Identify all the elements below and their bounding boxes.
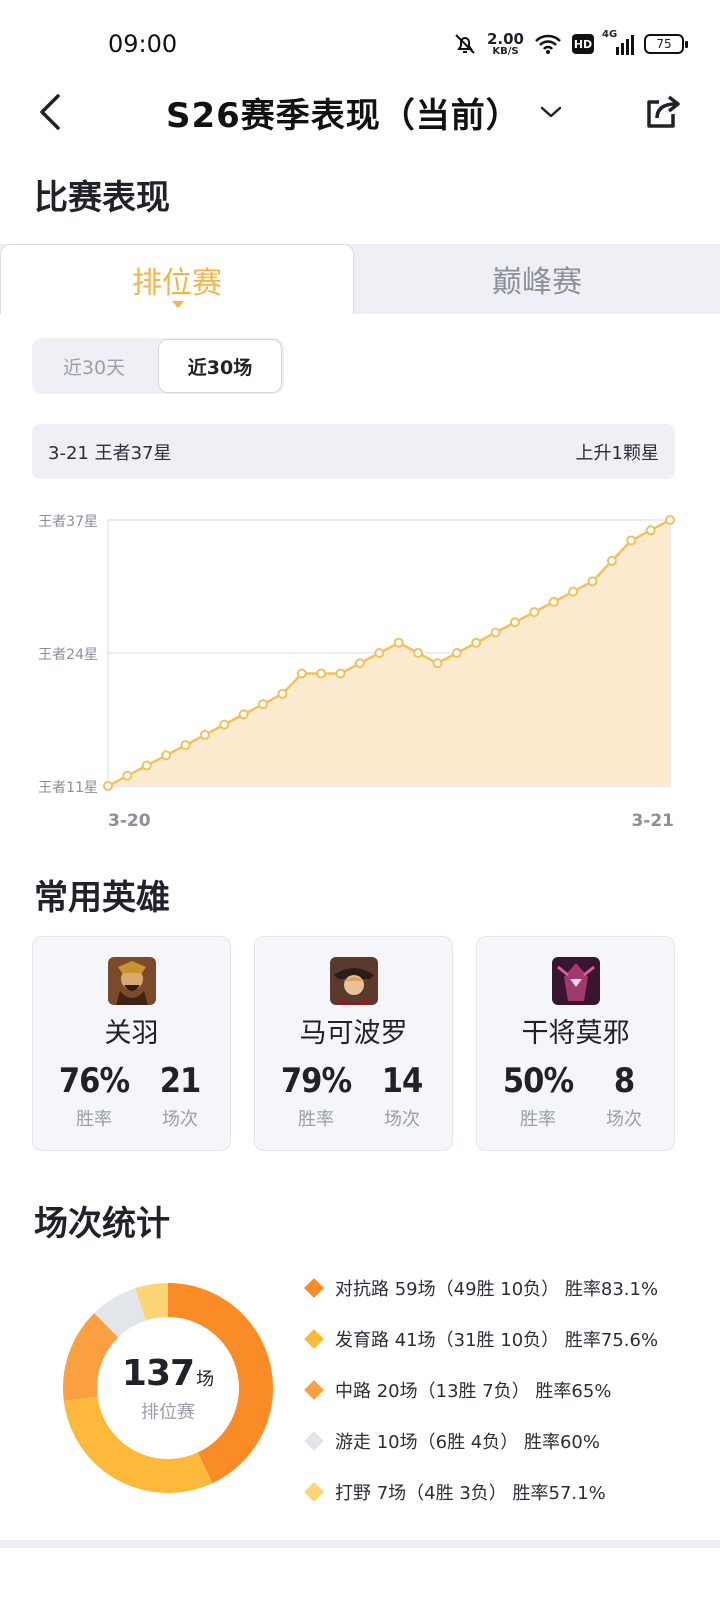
wifi-icon <box>535 34 561 54</box>
hero-card[interactable]: 干将莫邪 50% 胜率 8 场次 <box>476 936 675 1151</box>
tab-peak[interactable]: 巅峰赛 <box>354 244 720 314</box>
hero-win-rate: 50% 胜率 <box>502 1061 574 1130</box>
hero-name: 干将莫邪 <box>521 1018 630 1049</box>
data-point <box>374 648 385 658</box>
legend-marker <box>304 1328 324 1349</box>
data-point <box>103 781 113 791</box>
data-point <box>490 627 501 638</box>
status-icons: 2.00 KB/S HD 4G 75 <box>453 26 688 62</box>
section-title-match: 比赛表现 <box>34 178 170 218</box>
legend-item: 游走 10场（6胜 4负） 胜率60% <box>304 1415 704 1466</box>
chevron-down-icon <box>540 106 562 118</box>
data-point <box>238 709 249 720</box>
bottom-divider <box>0 1540 720 1548</box>
legend-item: 打野 7场（4胜 3负） 胜率57.1% <box>304 1466 704 1517</box>
rank-info-change: 上升1颗星 <box>575 442 659 464</box>
data-point <box>141 760 152 771</box>
data-point <box>451 648 462 658</box>
data-point <box>606 555 617 566</box>
range-segment: 近30天 近30场 <box>32 338 284 394</box>
y-tick-label: 王者11星 <box>38 780 98 796</box>
data-point <box>219 719 230 730</box>
share-icon <box>647 95 680 128</box>
x-tick-label: 3-21 <box>631 811 674 831</box>
data-point <box>413 648 424 658</box>
signal-icon: 4G <box>602 29 634 55</box>
hero-card[interactable]: 关羽 76% 胜率 21 场次 <box>32 936 231 1151</box>
legend-marker <box>304 1481 324 1502</box>
data-point <box>432 658 443 669</box>
active-tab-indicator <box>172 301 184 308</box>
tab-ranked[interactable]: 排位赛 <box>0 244 354 314</box>
segment-30-games[interactable]: 近30场 <box>158 339 282 393</box>
legend-item: 发育路 41场（31胜 10负） 胜率75.6% <box>304 1313 704 1364</box>
total-games-label: 排位赛 <box>141 1401 195 1423</box>
donut-center: 137 场 排位赛 <box>60 1280 276 1496</box>
page-title: S26赛季表现（当前） <box>166 95 521 136</box>
data-point <box>509 617 520 628</box>
status-bar: 09:00 2.00 KB/S HD 4G 75 <box>0 0 720 80</box>
data-point <box>568 586 579 597</box>
data-point <box>180 740 191 751</box>
data-point <box>354 658 365 669</box>
data-point <box>316 668 327 679</box>
section-title-heroes: 常用英雄 <box>34 878 170 918</box>
data-point <box>258 699 269 710</box>
hero-avatar <box>108 957 156 1005</box>
rank-info-bar: 3-21 王者37星 上升1颗星 <box>32 424 675 479</box>
hero-card[interactable]: 马可波罗 79% 胜率 14 场次 <box>254 936 453 1151</box>
data-point <box>471 637 482 648</box>
back-button[interactable] <box>28 90 72 134</box>
data-point <box>645 525 656 536</box>
legend-marker <box>304 1430 324 1451</box>
data-point <box>529 607 540 618</box>
data-point <box>161 750 172 761</box>
battery-icon: 75 <box>644 34 688 54</box>
data-point <box>548 596 559 607</box>
hero-win-rate: 76% 胜率 <box>58 1061 130 1130</box>
chevron-left-icon <box>40 94 60 130</box>
data-point <box>393 637 404 648</box>
data-point <box>199 729 210 740</box>
data-point <box>122 770 133 781</box>
data-point <box>335 668 346 679</box>
position-legend: 对抗路 59场（49胜 10负） 胜率83.1% 发育路 41场（31胜 10负… <box>304 1262 704 1517</box>
app-header: S26赛季表现（当前） <box>0 80 720 150</box>
hero-name: 关羽 <box>104 1018 159 1049</box>
total-games: 137 <box>121 1352 195 1394</box>
section-title-stats: 场次统计 <box>34 1204 170 1244</box>
data-point <box>296 668 307 679</box>
network-speed: 2.00 KB/S <box>486 29 524 57</box>
y-tick-label: 王者37星 <box>38 514 98 530</box>
share-button[interactable] <box>642 90 686 134</box>
hero-avatar <box>552 957 600 1005</box>
legend-item: 中路 20场（13胜 7负） 胜率65% <box>304 1364 704 1415</box>
hero-games: 21 场次 <box>159 1061 202 1130</box>
total-games-unit: 场 <box>196 1368 215 1390</box>
mute-bell-icon <box>455 34 475 54</box>
hero-games: 8 场次 <box>606 1061 642 1130</box>
segment-30-days[interactable]: 近30天 <box>32 338 156 394</box>
x-tick-label: 3-20 <box>108 811 151 831</box>
hero-games: 14 场次 <box>381 1061 424 1130</box>
data-point <box>277 688 288 699</box>
y-tick-label: 王者24星 <box>38 647 98 663</box>
hero-avatar <box>330 957 378 1005</box>
hero-win-rate: 79% 胜率 <box>280 1061 352 1130</box>
status-time: 09:00 <box>108 30 178 58</box>
data-point <box>665 515 675 525</box>
legend-marker <box>304 1277 324 1298</box>
season-selector[interactable]: S26赛季表现（当前） <box>166 88 563 136</box>
mode-tabs: 排位赛 巅峰赛 <box>0 244 720 314</box>
rank-trend-chart: 王者37星 王者24星 王者11星 3-20 3-21 <box>38 514 675 831</box>
legend-item: 对抗路 59场（49胜 10负） 胜率83.1% <box>304 1262 704 1313</box>
hd-icon: HD <box>572 34 594 54</box>
data-point <box>587 576 598 587</box>
legend-marker <box>304 1379 324 1400</box>
data-point <box>626 535 637 546</box>
rank-info-current: 3-21 王者37星 <box>48 442 172 464</box>
hero-name: 马可波罗 <box>299 1018 408 1049</box>
